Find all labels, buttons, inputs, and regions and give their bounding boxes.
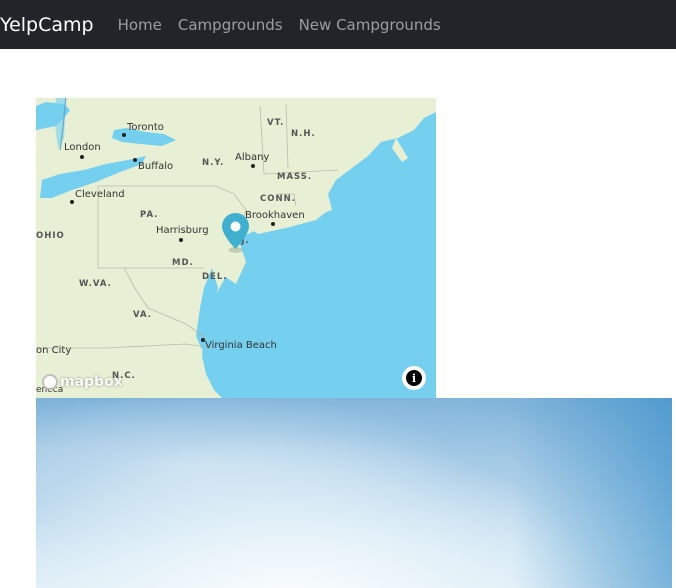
city-label-cleveland: Cleveland [75, 189, 125, 200]
state-label-md: MD. [172, 258, 194, 268]
city-dot-virginia-beach [201, 338, 205, 342]
state-label-nh: N.H. [291, 129, 316, 139]
navbar: YelpCamp Home Campgrounds New Campground… [0, 0, 676, 49]
map-marker-icon[interactable] [222, 213, 249, 254]
state-label-ny: N.Y. [202, 158, 225, 168]
city-label-buffalo: Buffalo [138, 161, 174, 172]
campground-map[interactable]: Toronto London Buffalo Albany Cleveland … [36, 98, 436, 398]
attribution-info-button[interactable]: i [402, 366, 426, 390]
city-label-brookhaven: Brookhaven [245, 210, 305, 221]
state-label-conn: CONN. [260, 194, 296, 204]
info-icon: i [406, 370, 422, 386]
city-label-harrisburg: Harrisburg [156, 225, 209, 236]
state-label-vt: VT. [267, 118, 285, 128]
nav-link-new-campgrounds[interactable]: New Campgrounds [299, 16, 441, 34]
mapbox-logo[interactable]: mapbox [42, 374, 123, 390]
city-label-london: London [64, 142, 101, 153]
nav-link-home[interactable]: Home [118, 16, 162, 34]
campground-photo [36, 398, 672, 588]
state-label-pa: PA. [140, 210, 159, 220]
city-label-albany: Albany [235, 152, 270, 163]
state-label-va: VA. [133, 310, 152, 320]
state-label-ohio: OHIO [36, 231, 65, 241]
state-label-del: DEL. [202, 272, 228, 282]
city-dot-harrisburg [179, 238, 183, 242]
city-dot-toronto [122, 133, 126, 137]
city-dot-london [80, 155, 84, 159]
state-label-wva: W.VA. [79, 279, 112, 289]
mapbox-logo-icon [42, 374, 58, 390]
city-dot-buffalo [133, 158, 137, 162]
mapbox-logo-text: mapbox [60, 374, 123, 390]
brand-link[interactable]: YelpCamp [0, 14, 94, 36]
nav-link-campgrounds[interactable]: Campgrounds [178, 16, 283, 34]
city-label-toronto: Toronto [127, 122, 164, 133]
city-dot-brookhaven [271, 222, 275, 226]
city-label-on-city: on City [36, 345, 72, 356]
city-dot-albany [251, 164, 255, 168]
city-label-virginia-beach: Virginia Beach [205, 340, 277, 351]
city-dot-cleveland [70, 200, 74, 204]
state-label-mass: MASS. [277, 172, 313, 182]
